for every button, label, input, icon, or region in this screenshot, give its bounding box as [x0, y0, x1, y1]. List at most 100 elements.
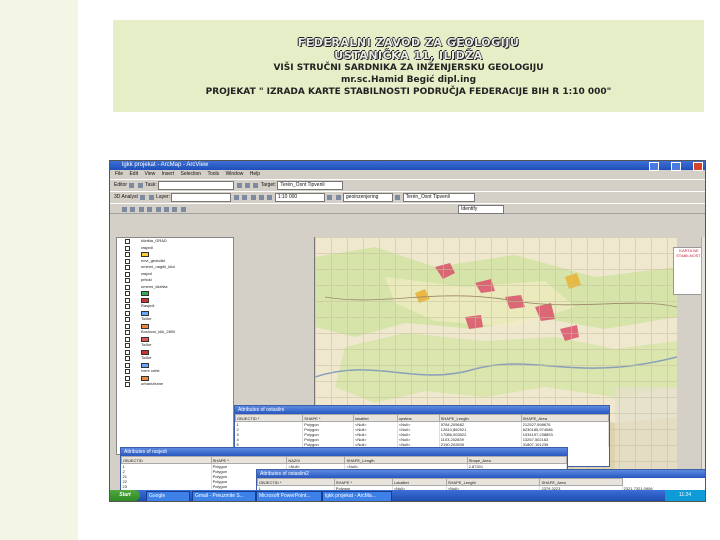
- target-dropdown[interactable]: Terén_Osnt Tipvenli: [277, 181, 344, 190]
- split-icon[interactable]: [245, 183, 250, 188]
- slide-title-line1: FEDERALNI ZAVOD ZA GEOLOGIJU: [297, 36, 520, 49]
- layer-visibility-checkbox[interactable]: [125, 375, 130, 381]
- pencil-icon[interactable]: [129, 183, 135, 188]
- layer-visibility-checkbox[interactable]: [125, 304, 130, 309]
- save-icon[interactable]: [250, 195, 256, 200]
- layer-visibility-checkbox[interactable]: [125, 245, 130, 251]
- taskbar-button-powerpoint[interactable]: Microsoft PowerPoint...: [256, 491, 322, 501]
- toc-layer-label: Točke: [141, 316, 152, 321]
- column-header[interactable]: SHAPE_Area: [539, 478, 623, 486]
- arcmap-screenshot: lgkk projekat - ArcMap - ArcView File Ed…: [109, 160, 706, 502]
- taskbar-button-arcmap[interactable]: lgkk projekat - ArcMa...: [322, 491, 392, 501]
- sketch-icon[interactable]: [236, 183, 242, 188]
- tool-icon[interactable]: [140, 195, 146, 200]
- layer-visibility-checkbox[interactable]: [125, 336, 130, 342]
- menu-selection[interactable]: Selection: [181, 171, 202, 177]
- toc-layer-label: novi_geološki: [141, 257, 166, 263]
- scale-dropdown[interactable]: 1:10 000: [274, 193, 325, 202]
- column-header[interactable]: SHAPE_Length: [344, 456, 468, 464]
- column-header[interactable]: OBJECTID *: [257, 478, 335, 486]
- pan-icon[interactable]: [138, 207, 144, 212]
- layer-visibility-checkbox[interactable]: [125, 343, 130, 348]
- layer-visibility-checkbox[interactable]: [125, 317, 130, 322]
- layer-symbol-swatch: [141, 362, 149, 368]
- full-extent-icon[interactable]: [147, 207, 153, 212]
- menu-file[interactable]: File: [115, 171, 123, 177]
- menu-tools[interactable]: Tools: [207, 171, 219, 177]
- layer-visibility-checkbox[interactable]: [125, 265, 130, 270]
- column-header[interactable]: SHAPE_Length: [445, 478, 541, 486]
- toc-layer-item[interactable]: urbanizirane: [117, 381, 233, 388]
- column-header[interactable]: lokalitet: [353, 414, 398, 422]
- layer-symbol-swatch: [141, 323, 149, 329]
- task-dropdown[interactable]: [158, 181, 235, 190]
- georef-icon[interactable]: [395, 195, 401, 200]
- column-header[interactable]: SHAPE_Length: [438, 414, 522, 422]
- forward-icon[interactable]: [163, 207, 169, 212]
- editor-icon[interactable]: [327, 195, 333, 200]
- open-icon[interactable]: [242, 195, 248, 200]
- column-header[interactable]: SHAPE_Area: [520, 414, 609, 422]
- tool-icon[interactable]: [148, 195, 154, 200]
- layer-visibility-checkbox[interactable]: [125, 369, 130, 374]
- layer-visibility-checkbox[interactable]: [125, 239, 130, 244]
- menu-edit[interactable]: Edit: [129, 171, 138, 177]
- layer-visibility-checkbox[interactable]: [125, 252, 130, 257]
- identify-icon[interactable]: [180, 207, 186, 212]
- toc-layer-label: Ivere cefst: [141, 368, 160, 373]
- menu-window[interactable]: Window: [226, 171, 244, 177]
- menu-help[interactable]: Help: [250, 171, 260, 177]
- column-header[interactable]: SHAPE *: [302, 414, 355, 422]
- layer-symbol-swatch: [141, 252, 149, 257]
- arrow-icon[interactable]: [137, 183, 143, 188]
- column-header[interactable]: NAZIV: [286, 456, 346, 464]
- zoom-out-icon[interactable]: [130, 207, 136, 212]
- column-header[interactable]: Lokalitet: [391, 478, 447, 486]
- layer-visibility-checkbox[interactable]: [125, 271, 130, 277]
- column-header[interactable]: SHAPE *: [210, 456, 288, 464]
- layer-visibility-checkbox[interactable]: [125, 356, 130, 361]
- layer-target-dropdown[interactable]: Terén_Osnt Tipvenli: [402, 193, 475, 202]
- menu-insert[interactable]: Insert: [162, 171, 175, 177]
- start-button[interactable]: Start: [110, 490, 140, 501]
- back-icon[interactable]: [155, 207, 161, 212]
- layer-dropdown[interactable]: [171, 193, 232, 202]
- 3d-analyst-menu[interactable]: 3D Analyst: [114, 194, 138, 200]
- menu-view[interactable]: View: [144, 171, 155, 177]
- column-header[interactable]: OBJECTID: [121, 456, 212, 464]
- layer-visibility-checkbox[interactable]: [125, 278, 130, 283]
- layer-visibility-checkbox[interactable]: [125, 297, 130, 303]
- column-header[interactable]: SHAPE *: [333, 478, 393, 486]
- layer-visibility-checkbox[interactable]: [125, 291, 130, 296]
- column-header[interactable]: opstina: [396, 414, 440, 422]
- column-header[interactable]: Shape_Area: [466, 456, 567, 464]
- column-header[interactable]: OBJECTID *: [235, 414, 304, 422]
- tool-dropdown[interactable]: Identify: [458, 205, 505, 214]
- toc-layer-label: Točke: [141, 355, 152, 360]
- print-icon[interactable]: [258, 195, 264, 200]
- rotate-icon[interactable]: [253, 183, 259, 188]
- editor-menu[interactable]: Editor: [114, 182, 127, 188]
- add-data-icon[interactable]: [267, 195, 273, 200]
- catalog-icon[interactable]: [335, 195, 341, 200]
- layer-select[interactable]: geoinzenjering: [342, 193, 393, 202]
- layer-visibility-checkbox[interactable]: [125, 349, 130, 355]
- layer-visibility-checkbox[interactable]: [125, 362, 130, 368]
- taskbar-button-google[interactable]: Google: [146, 491, 190, 501]
- layer-symbol-swatch: [141, 375, 149, 381]
- taskbar-button-gmail[interactable]: Gmail - Preuzmite S...: [192, 491, 256, 501]
- layer-visibility-checkbox[interactable]: [125, 284, 130, 290]
- task-label: Task:: [145, 182, 157, 188]
- vertical-scrollbar[interactable]: [701, 237, 705, 487]
- window-titlebar: lgkk projekat - ArcMap - ArcView: [110, 161, 705, 171]
- new-icon[interactable]: [233, 195, 239, 200]
- select-icon[interactable]: [172, 207, 178, 212]
- toc-layer-label: Rasjedi: [141, 303, 155, 308]
- toc-layer-label: rasjed: [141, 270, 152, 276]
- layer-visibility-checkbox[interactable]: [125, 310, 130, 316]
- layer-visibility-checkbox[interactable]: [125, 258, 130, 264]
- zoom-in-icon[interactable]: [122, 207, 127, 212]
- layer-visibility-checkbox[interactable]: [125, 382, 130, 387]
- layer-visibility-checkbox[interactable]: [125, 323, 130, 329]
- layer-visibility-checkbox[interactable]: [125, 330, 130, 335]
